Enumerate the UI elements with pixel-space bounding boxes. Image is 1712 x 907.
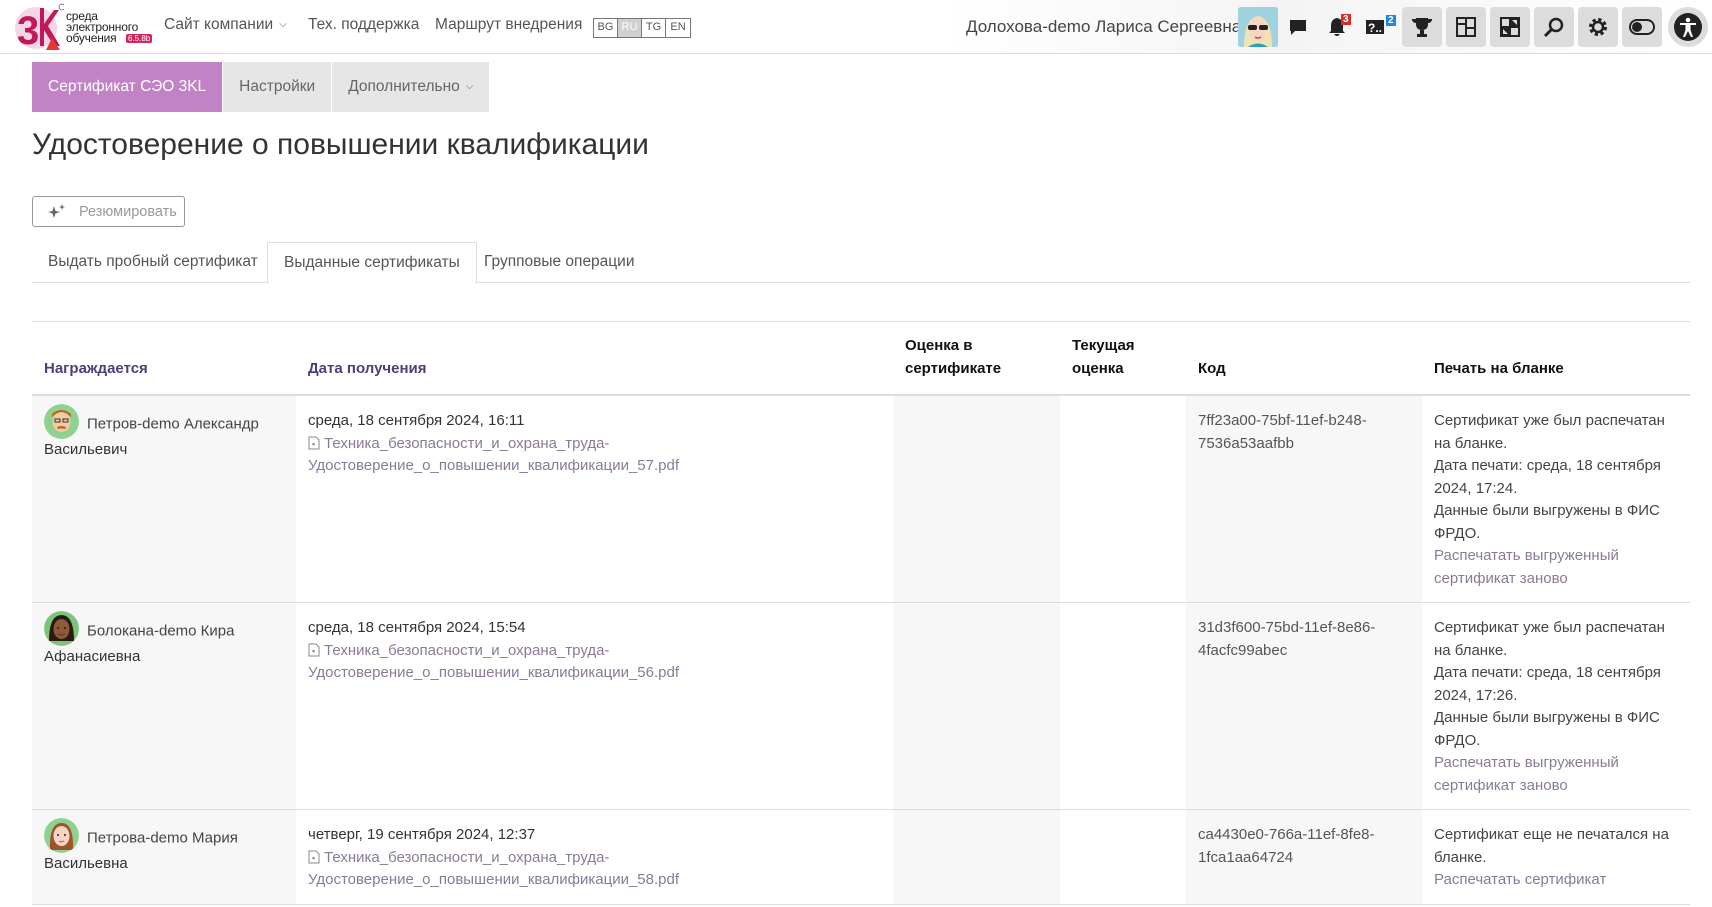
logo[interactable]: 3 среда электронного обучения 6.5.8b	[14, 2, 154, 53]
grade-cert-cell	[893, 809, 1060, 905]
dashboard-icon[interactable]	[1446, 7, 1486, 47]
tab-issue-trial[interactable]: Выдать пробный сертификат	[32, 242, 274, 283]
tech-support-link[interactable]: Тех. поддержка	[308, 16, 419, 34]
course-subnav: Сертификат СЭО 3KL Настройки Дополнитель…	[32, 62, 490, 112]
col-awarded[interactable]: Награждается	[32, 322, 296, 396]
svg-text:?..: ?..	[1368, 21, 1382, 35]
subnav-certificate[interactable]: Сертификат СЭО 3KL	[32, 62, 223, 112]
awardee-name-cont: Васильевич	[44, 441, 128, 458]
print-certificate-link[interactable]: Распечатать сертификат	[1434, 871, 1606, 888]
date-cell: четверг, 19 сентября 2024, 12:37 Техника…	[296, 809, 893, 905]
awardee-cell: Петров-demo Александр Васильевич	[32, 395, 296, 603]
page-title: Удостоверение о повышении квалификации	[32, 128, 649, 161]
grade-current-cell	[1060, 395, 1186, 603]
certificate-file-link[interactable]: Техника_безопасности_и_охрана_труда- Удос…	[308, 435, 679, 475]
awardee-name[interactable]: Петров-demo Александр	[87, 415, 259, 432]
print-cell: Сертификат уже был распечатан на бланке. …	[1422, 602, 1690, 810]
lang-bg[interactable]: BG	[594, 19, 618, 37]
lang-ru[interactable]: RU	[618, 19, 642, 37]
grade-current-cell	[1060, 602, 1186, 810]
reprint-link[interactable]: Распечатать выгруженный сертификат заново	[1434, 754, 1619, 794]
implementation-route-link[interactable]: Маршрут внедрения	[435, 16, 582, 34]
help-icon[interactable]: ?.. 2	[1362, 11, 1396, 43]
received-date: четверг, 19 сентября 2024, 12:37	[308, 826, 536, 843]
user-avatar[interactable]	[1238, 7, 1278, 47]
logo-mark-icon: 3	[15, 3, 66, 53]
search-icon[interactable]	[1534, 7, 1574, 47]
col-grade-current: Текущая оценка	[1060, 322, 1186, 396]
grade-cert-cell	[893, 602, 1060, 810]
help-badge: 2	[1386, 15, 1396, 26]
pdf-file-icon	[308, 643, 320, 656]
print-cell: Сертификат еще не печатался на бланке. Ра…	[1422, 809, 1690, 905]
table-row: Болокана-demo Кира Афанасиевна среда, 18…	[32, 602, 1690, 810]
issued-certificates-table: Награждается Дата получения Оценка в серт…	[32, 322, 1690, 905]
code-cell: ca4430e0-766a-11ef-8fe8- 1fca1aa64724	[1186, 809, 1422, 905]
awardee-cell: Болокана-demo Кира Афанасиевна	[32, 602, 296, 810]
toggle-icon[interactable]	[1622, 7, 1662, 47]
date-cell: среда, 18 сентября 2024, 16:11 Техника_б…	[296, 395, 893, 603]
received-date: среда, 18 сентября 2024, 15:54	[308, 619, 526, 636]
table-header-row: Награждается Дата получения Оценка в серт…	[32, 322, 1690, 396]
chevron-down-icon: ⌵	[279, 19, 287, 30]
received-date: среда, 18 сентября 2024, 16:11	[308, 412, 525, 429]
date-cell: среда, 18 сентября 2024, 15:54 Техника_б…	[296, 602, 893, 810]
awardee-name-cont: Афанасиевна	[44, 648, 141, 665]
top-navbar: 3 среда электронного обучения 6.5.8b Сай…	[0, 0, 1712, 54]
company-site-menu[interactable]: Сайт компании ⌵	[164, 16, 287, 34]
certificate-file-link[interactable]: Техника_безопасности_и_охрана_труда- Удос…	[308, 849, 679, 889]
table-row: Петров-demo Александр Васильевич среда, …	[32, 395, 1690, 603]
awardee-name[interactable]: Петрова-demo Мария	[87, 829, 238, 846]
messages-icon[interactable]	[1282, 11, 1314, 43]
grade-current-cell	[1060, 809, 1186, 905]
subnav-settings[interactable]: Настройки	[223, 62, 332, 112]
accessibility-icon[interactable]	[1668, 7, 1708, 47]
avatar[interactable]	[44, 404, 79, 439]
col-grade-cert: Оценка в сертификате	[893, 322, 1060, 396]
subnav-more[interactable]: Дополнительно ⌵	[332, 62, 490, 112]
language-switcher: BG RU TG EN	[593, 18, 691, 38]
summarize-button[interactable]: Резюмировать	[32, 196, 185, 227]
code-cell: 31d3f600-75bd-11ef-8e86- 4facfc99abec	[1186, 602, 1422, 810]
version-badge: 6.5.8b	[126, 34, 153, 43]
table-row: Петрова-demo Мария Васильевна четверг, 1…	[32, 809, 1690, 905]
code-cell: 7ff23a00-75bf-11ef-b248- 7536a53aafbb	[1186, 395, 1422, 603]
print-cell: Сертификат уже был распечатан на бланке. …	[1422, 395, 1690, 603]
company-site-label: Сайт компании	[164, 16, 274, 33]
awardee-name[interactable]: Болокана-demo Кира	[87, 622, 234, 639]
user-name[interactable]: Долохова-demo Лариса Сергеевна	[966, 17, 1241, 37]
pdf-file-icon	[308, 850, 320, 863]
layout-icon[interactable]	[1490, 7, 1530, 47]
tab-issued-certificates[interactable]: Выданные сертификаты	[267, 242, 477, 284]
pdf-file-icon	[308, 436, 320, 449]
notifications-badge: 3	[1341, 14, 1351, 25]
trophy-icon[interactable]	[1402, 7, 1442, 47]
subnav-more-label: Дополнительно	[348, 78, 460, 95]
col-date[interactable]: Дата получения	[296, 322, 893, 396]
certificate-file-link[interactable]: Техника_безопасности_и_охрана_труда- Удос…	[308, 642, 679, 682]
lang-en[interactable]: EN	[666, 19, 690, 37]
tab-bar: Выдать пробный сертификат Выданные серти…	[32, 242, 1690, 284]
summarize-label: Резюмировать	[79, 203, 177, 220]
chevron-down-icon: ⌵	[465, 81, 474, 92]
gear-icon[interactable]	[1578, 7, 1618, 47]
reprint-link[interactable]: Распечатать выгруженный сертификат заново	[1434, 547, 1619, 587]
lang-tg[interactable]: TG	[642, 19, 666, 37]
notifications-icon[interactable]: 3	[1321, 11, 1353, 43]
sparkles-icon	[48, 203, 65, 218]
user-avatar-icon	[1238, 7, 1278, 47]
avatar[interactable]	[44, 818, 79, 853]
col-print: Печать на бланке	[1422, 322, 1690, 396]
awardee-name-cont: Васильевна	[44, 855, 128, 872]
grade-cert-cell	[893, 395, 1060, 603]
tab-group-operations[interactable]: Групповые операции	[468, 242, 651, 283]
svg-text:3: 3	[17, 9, 39, 52]
col-code: Код	[1186, 322, 1422, 396]
avatar[interactable]	[44, 611, 79, 646]
awardee-cell: Петрова-demo Мария Васильевна	[32, 809, 296, 905]
